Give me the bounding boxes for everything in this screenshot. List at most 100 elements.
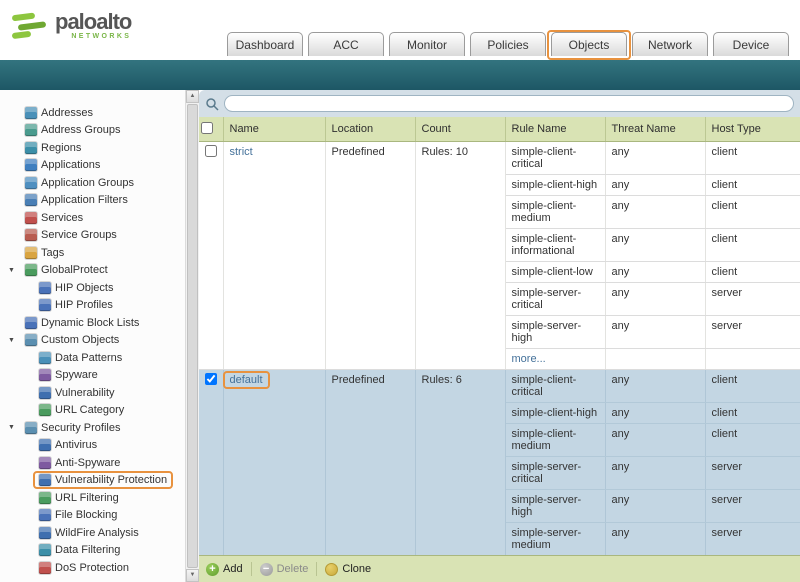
- column-header-name[interactable]: Name: [223, 117, 325, 142]
- column-header-threat-name[interactable]: Threat Name: [605, 117, 705, 142]
- tab-network[interactable]: Network: [632, 32, 708, 56]
- table-row: defaultPredefinedRules: 6simple-client-c…: [199, 370, 800, 403]
- expander-icon[interactable]: ▼: [8, 424, 22, 431]
- column-header-location[interactable]: Location: [325, 117, 415, 142]
- expander-icon[interactable]: ▼: [8, 267, 22, 274]
- sidebar-item-hip-objects[interactable]: HIP Objects: [0, 279, 185, 297]
- sidebar-item-services[interactable]: Services: [0, 209, 185, 227]
- sidebar-item-label: Dynamic Block Lists: [41, 317, 139, 329]
- sidebar-item-data-patterns[interactable]: Data Patterns: [0, 349, 185, 367]
- table-row: strictPredefinedRules: 10simple-client-c…: [199, 142, 800, 175]
- sidebar-item-wildfire-analysis[interactable]: WildFire Analysis: [0, 524, 185, 542]
- sidebar-item-applications[interactable]: Applications: [0, 157, 185, 175]
- sidebar-item-addresses[interactable]: Addresses: [0, 104, 185, 122]
- clone-icon: [325, 563, 338, 576]
- sidebar-item-hip-profiles[interactable]: HIP Profiles: [0, 297, 185, 315]
- more-link[interactable]: more...: [505, 349, 605, 370]
- anti-spyware-icon: [39, 457, 51, 469]
- sidebar-item-vulnerability[interactable]: Vulnerability: [0, 384, 185, 402]
- row-checkbox-strict[interactable]: [205, 145, 217, 157]
- sidebar-item-dynamic-block-lists[interactable]: Dynamic Block Lists: [0, 314, 185, 332]
- name-cell: default: [223, 370, 325, 556]
- sidebar-item-application-filters[interactable]: Application Filters: [0, 192, 185, 210]
- sidebar-item-label: Application Filters: [41, 194, 128, 206]
- tab-policies[interactable]: Policies: [470, 32, 546, 56]
- regions-icon: [25, 142, 37, 154]
- sidebar-item-label: Services: [41, 212, 83, 224]
- sidebar-item-anti-spyware[interactable]: Anti-Spyware: [0, 454, 185, 472]
- rule-name-cell: simple-client-medium: [505, 196, 605, 229]
- sidebar-item-label: Tags: [41, 247, 64, 259]
- row-checkbox-default[interactable]: [205, 373, 217, 385]
- host-type-cell: server: [705, 490, 800, 523]
- rule-name-cell: simple-client-high: [505, 175, 605, 196]
- sidebar-item-label: Spyware: [55, 369, 98, 381]
- tab-bar: DashboardACCMonitorPoliciesObjectsNetwor…: [227, 32, 789, 56]
- filter-bar: [199, 90, 800, 117]
- tab-monitor[interactable]: Monitor: [389, 32, 465, 56]
- add-button[interactable]: +Add: [206, 563, 243, 576]
- vulnerability-protection-icon: [39, 474, 51, 486]
- toolbar-separator: [316, 562, 317, 576]
- secondary-band: [0, 60, 800, 90]
- sidebar-item-url-filtering[interactable]: URL Filtering: [0, 489, 185, 507]
- tab-device[interactable]: Device: [713, 32, 789, 56]
- threat-name-cell: any: [605, 283, 705, 316]
- column-header-count[interactable]: Count: [415, 117, 505, 142]
- profile-name-link-default[interactable]: default: [230, 374, 263, 386]
- host-type-cell: client: [705, 229, 800, 262]
- location-cell: Predefined: [325, 370, 415, 556]
- tab-acc[interactable]: ACC: [308, 32, 384, 56]
- sidebar-item-application-groups[interactable]: Application Groups: [0, 174, 185, 192]
- scrollbar-thumb[interactable]: [187, 104, 198, 568]
- sidebar-item-label: Data Filtering: [55, 544, 120, 556]
- service-groups-icon: [25, 229, 37, 241]
- tab-objects[interactable]: Objects: [551, 32, 627, 56]
- sidebar-item-regions[interactable]: Regions: [0, 139, 185, 157]
- sidebar-item-vulnerability-protection[interactable]: Vulnerability Protection: [0, 472, 185, 490]
- paloalto-logo: paloalto NETWORKS: [10, 11, 131, 41]
- profile-name-link-strict[interactable]: strict: [230, 146, 253, 158]
- application-filters-icon: [25, 194, 37, 206]
- sidebar-item-address-groups[interactable]: Address Groups: [0, 122, 185, 140]
- sidebar-item-spyware[interactable]: Spyware: [0, 367, 185, 385]
- host-type-cell: client: [705, 175, 800, 196]
- threat-name-cell: any: [605, 229, 705, 262]
- clone-button[interactable]: Clone: [325, 563, 371, 576]
- sidebar-item-file-blocking[interactable]: File Blocking: [0, 507, 185, 525]
- select-all-checkbox[interactable]: [201, 122, 213, 134]
- rule-name-cell: simple-server-critical: [505, 283, 605, 316]
- sidebar-item-service-groups[interactable]: Service Groups: [0, 227, 185, 245]
- sidebar-item-custom-objects[interactable]: ▼Custom Objects: [0, 332, 185, 350]
- expander-icon[interactable]: ▼: [8, 337, 22, 344]
- sidebar-item-security-profiles[interactable]: ▼Security Profiles: [0, 419, 185, 437]
- sidebar-item-data-filtering[interactable]: Data Filtering: [0, 542, 185, 560]
- sidebar-item-dos-protection[interactable]: DoS Protection: [0, 559, 185, 577]
- sidebar-item-label: Vulnerability Protection: [55, 474, 167, 486]
- scroll-down-icon[interactable]: ▼: [186, 569, 199, 582]
- checkbox-cell: [199, 142, 223, 370]
- search-input[interactable]: [224, 95, 794, 112]
- dynamic-block-lists-icon: [25, 317, 37, 329]
- sidebar-item-url-category[interactable]: URL Category: [0, 402, 185, 420]
- sidebar-item-label: Applications: [41, 159, 100, 171]
- dos-protection-icon: [39, 562, 51, 574]
- scroll-up-icon[interactable]: ▲: [186, 90, 199, 103]
- rule-name-cell: simple-client-high: [505, 403, 605, 424]
- profiles-table: NameLocationCountRule NameThreat NameHos…: [199, 117, 800, 556]
- host-type-cell: client: [705, 424, 800, 457]
- tab-dashboard[interactable]: Dashboard: [227, 32, 303, 56]
- column-header-rule-name[interactable]: Rule Name: [505, 117, 605, 142]
- sidebar-item-label: Anti-Spyware: [55, 457, 120, 469]
- column-header-host-type[interactable]: Host Type: [705, 117, 800, 142]
- sidebar-item-tags[interactable]: Tags: [0, 244, 185, 262]
- sidebar-scrollbar[interactable]: ▲ ▼: [185, 90, 199, 582]
- sidebar-item-antivirus[interactable]: Antivirus: [0, 437, 185, 455]
- table-body: strictPredefinedRules: 10simple-client-c…: [199, 142, 800, 556]
- sidebar-item-label: Data Patterns: [55, 352, 122, 364]
- address-groups-icon: [25, 124, 37, 136]
- hip-objects-icon: [39, 282, 51, 294]
- vulnerability-icon: [39, 387, 51, 399]
- sidebar-item-globalprotect[interactable]: ▼GlobalProtect: [0, 262, 185, 280]
- delete-button[interactable]: −Delete: [260, 563, 309, 576]
